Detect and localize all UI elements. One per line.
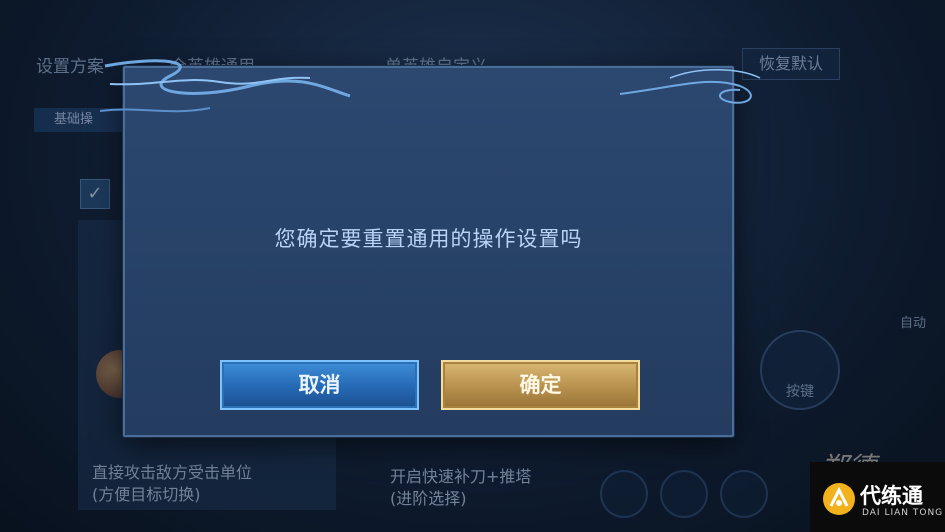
mid-desc-line2: (进阶选择) <box>390 489 467 508</box>
bottom-circle-icon[interactable] <box>660 470 708 518</box>
watermark-box: 代练通 DAI LIAN TONG <box>810 462 945 532</box>
dialog-ornament-icon <box>100 59 761 113</box>
scheme-label: 设置方案 <box>36 57 104 77</box>
cancel-button[interactable]: 取消 <box>220 360 419 410</box>
mid-option-description: 开启快速补刀+推塔 (进阶选择) <box>390 466 531 510</box>
round-skill-button[interactable]: 按键 <box>760 330 840 410</box>
left-desc-line2: (方便目标切换) <box>92 485 201 504</box>
brand-logo-icon <box>823 483 855 515</box>
brand-name: 代练通 <box>860 484 923 508</box>
restore-default-button[interactable]: 恢复默认 <box>742 48 840 80</box>
bottom-circle-icon[interactable] <box>720 470 768 518</box>
side-text: 自动 <box>900 316 927 331</box>
bottom-circle-icon[interactable] <box>600 470 648 518</box>
confirm-reset-dialog: 您确定要重置通用的操作设置吗 取消 确定 <box>100 59 761 437</box>
tab-basic[interactable]: 基础操 <box>34 108 124 132</box>
dialog-message: 您确定要重置通用的操作设置吗 <box>274 227 583 251</box>
left-option-description: 直接攻击敌方受击单位 (方便目标切换) <box>92 462 252 506</box>
brand-subtitle: DAI LIAN TONG <box>862 508 944 518</box>
confirm-button[interactable]: 确定 <box>441 360 640 410</box>
checkbox-checked[interactable]: ✓ <box>80 179 110 209</box>
left-desc-line1: 直接攻击敌方受击单位 <box>92 463 253 482</box>
mid-desc-line1: 开启快速补刀+推塔 <box>390 467 532 486</box>
bottom-icons-group <box>600 470 800 520</box>
